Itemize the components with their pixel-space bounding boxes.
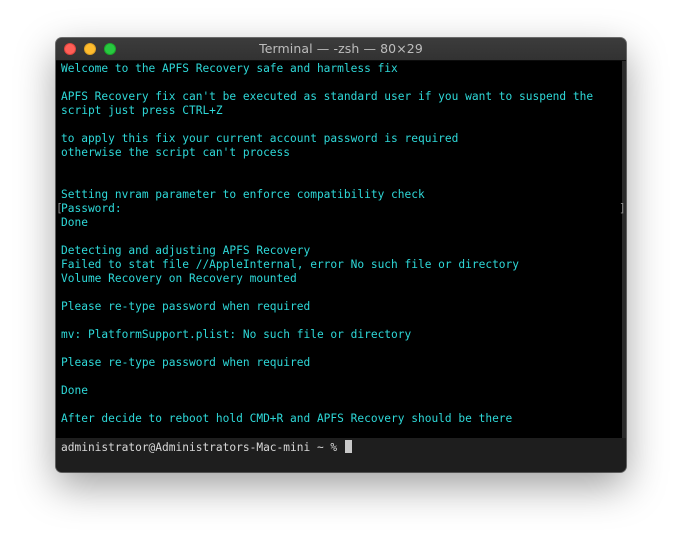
terminal-window: Terminal — -zsh — 80×29 Welcome to the A… bbox=[56, 38, 626, 472]
output-line: APFS Recovery fix can't be executed as s… bbox=[61, 90, 594, 103]
password-line: Password: bbox=[61, 202, 122, 215]
output-line: mv: PlatformSupport.plist: No such file … bbox=[61, 328, 412, 341]
prompt-text: administrator@Administrators-Mac-mini ~ … bbox=[61, 441, 344, 454]
output-line: Please re-type password when required bbox=[61, 356, 311, 369]
shell-prompt[interactable]: administrator@Administrators-Mac-mini ~ … bbox=[61, 440, 352, 455]
scrollbar[interactable] bbox=[622, 61, 626, 438]
output-line: script just press CTRL+Z bbox=[61, 104, 223, 117]
output-line: to apply this fix your current account p… bbox=[61, 132, 459, 145]
window-title: Terminal — -zsh — 80×29 bbox=[259, 41, 423, 56]
output-line: Failed to stat file //AppleInternal, err… bbox=[61, 258, 520, 271]
output-line: Volume Recovery on Recovery mounted bbox=[61, 272, 297, 285]
output-line: Welcome to the APFS Recovery safe and ha… bbox=[61, 62, 398, 75]
text-cursor bbox=[344, 440, 352, 453]
title-bar[interactable]: Terminal — -zsh — 80×29 bbox=[56, 38, 626, 61]
mark-bracket-right: ] bbox=[619, 202, 626, 215]
output-line: Done bbox=[61, 384, 88, 397]
output-line: otherwise the script can't process bbox=[61, 146, 291, 159]
output-line: Detecting and adjusting APFS Recovery bbox=[61, 244, 311, 257]
output-line: Done bbox=[61, 216, 88, 229]
output-line: Setting nvram parameter to enforce compa… bbox=[61, 188, 425, 201]
output-line: Please re-type password when required bbox=[61, 300, 311, 313]
output-line: After decide to reboot hold CMD+R and AP… bbox=[61, 412, 513, 425]
